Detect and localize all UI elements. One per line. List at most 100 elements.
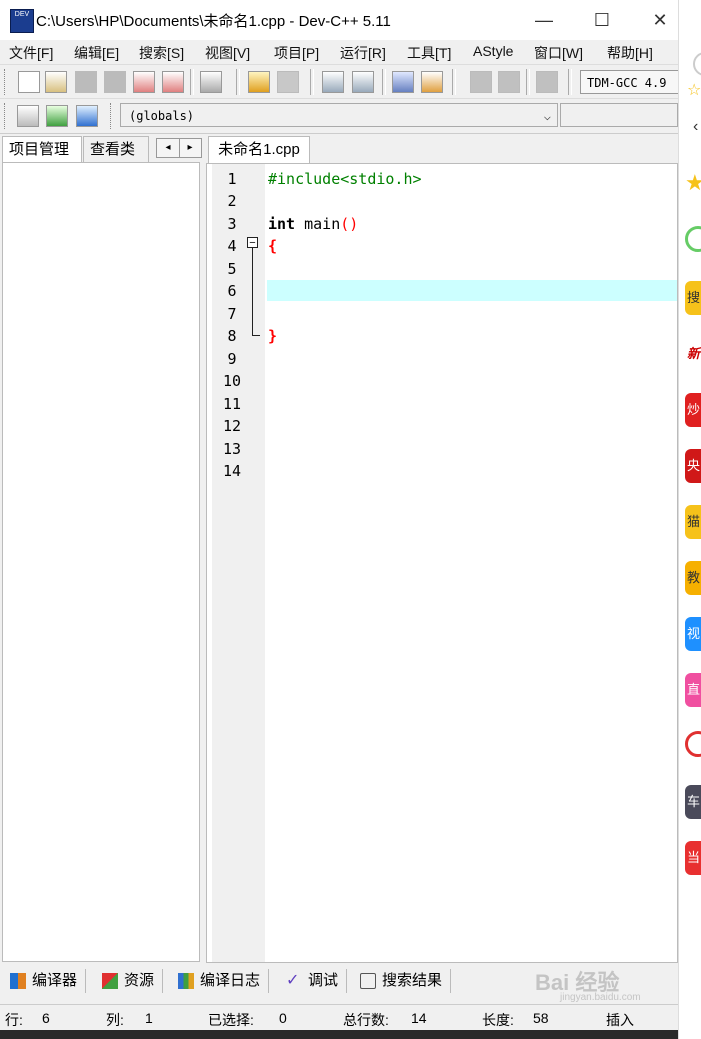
scope-select-value: (globals) [129, 109, 195, 123]
user-avatar-icon[interactable] [693, 52, 701, 76]
secondary-toolbar: (globals) ⌵ [0, 98, 678, 134]
sidebar-item-live[interactable]: 直 [685, 673, 701, 707]
sidebar-item-search[interactable]: 搜 [685, 281, 701, 315]
menu-tools[interactable]: 工具[T] [407, 43, 451, 63]
line-number: 1 [227, 170, 237, 188]
close-all-icon[interactable] [162, 71, 184, 93]
line-number: 12 [222, 417, 242, 435]
code-line-include: #include<stdio.h> [268, 170, 422, 188]
toolbar-separator [526, 69, 530, 95]
status-bar: 行: 6 列: 1 已选择: 0 总行数: 14 长度: 58 插入 [0, 1004, 678, 1031]
back-icon[interactable]: ‹ [693, 118, 698, 136]
sidebar-item-video[interactable]: 视 [685, 617, 701, 651]
find-icon[interactable] [322, 71, 344, 93]
menu-window[interactable]: 窗口[W] [534, 43, 583, 63]
print-icon[interactable] [200, 71, 222, 93]
bookmark-prev-icon[interactable] [470, 71, 492, 93]
refresh-icon[interactable] [685, 226, 701, 252]
favorite-star-icon[interactable]: ★ [685, 170, 701, 196]
tab-compile-log[interactable]: 编译日志 [172, 969, 270, 993]
menu-help[interactable]: 帮助[H] [607, 43, 653, 63]
check-icon: ✓ [286, 972, 300, 989]
scroll-right-icon[interactable]: ▸ [179, 139, 201, 157]
paren: () [340, 215, 359, 233]
star-icon[interactable]: ☆ [687, 80, 701, 100]
line-number: 9 [227, 350, 237, 368]
toggle-bookmark-icon[interactable] [536, 71, 558, 93]
project-options-icon[interactable] [76, 105, 98, 127]
status-length-label: 长度: [482, 1012, 514, 1028]
new-project-icon[interactable] [17, 105, 39, 127]
redo-icon[interactable] [277, 71, 299, 93]
title-bar: DEV C:\Users\HP\Documents\未命名1.cpp - Dev… [0, 0, 678, 40]
line-number: 6 [227, 282, 237, 300]
sidebar-item-shop[interactable]: 猫 [685, 505, 701, 539]
toolbar-separator [568, 69, 572, 95]
fold-collapse-icon[interactable]: − [247, 237, 258, 249]
tab-search-results[interactable]: 搜索结果 [354, 969, 452, 993]
sidebar-item-news[interactable]: 新 [685, 337, 701, 371]
status-insert-mode: 插入 [606, 1012, 634, 1028]
new-file-icon[interactable] [18, 71, 40, 93]
sidebar-item-dangdang[interactable]: 当 [685, 841, 701, 875]
fold-line [252, 248, 253, 335]
status-selected-label: 已选择: [208, 1012, 254, 1028]
function-select[interactable] [560, 103, 678, 127]
tab-class-browser[interactable]: 查看类 [83, 136, 149, 162]
compiler-select[interactable]: TDM-GCC 4.9 [580, 70, 680, 94]
toolbar-separator [310, 69, 314, 95]
menu-search[interactable]: 搜索[S] [139, 43, 184, 63]
sidebar-item-education[interactable]: 教 [685, 561, 701, 595]
replace-icon[interactable] [352, 71, 374, 93]
menu-edit[interactable]: 编辑[E] [74, 43, 119, 63]
menu-file[interactable]: 文件[F] [9, 43, 53, 63]
save-all-icon[interactable] [104, 71, 126, 93]
tab-compiler[interactable]: 编译器 [4, 969, 87, 993]
fold-end-marker [252, 335, 260, 336]
menu-view[interactable]: 视图[V] [205, 43, 250, 63]
maximize-button[interactable]: ☐ [582, 6, 622, 34]
editor-tab-file[interactable]: 未命名1.cpp [208, 136, 310, 164]
toolbar-separator [190, 69, 194, 95]
close-button[interactable]: ✕ [640, 6, 680, 34]
scroll-left-icon[interactable]: ◂ [157, 139, 180, 157]
minimize-button[interactable]: — [524, 6, 564, 34]
function-name: main [295, 215, 341, 233]
app-icon: DEV [10, 9, 34, 33]
line-number: 5 [227, 260, 237, 278]
unindent-icon[interactable] [421, 71, 443, 93]
sidebar-item-weibo-icon[interactable] [685, 731, 701, 757]
sidebar-item-cctv[interactable]: 央 [685, 449, 701, 483]
bookmark-next-icon[interactable] [498, 71, 520, 93]
tab-scroll-buttons: ◂ ▸ [156, 138, 202, 158]
chevron-down-icon: ⌵ [543, 109, 551, 123]
tab-debug[interactable]: ✓ 调试 [280, 969, 348, 993]
tab-label: 编译器 [32, 972, 78, 989]
status-lines-value: 14 [411, 1010, 427, 1026]
close-file-icon[interactable] [133, 71, 155, 93]
tab-label: 调试 [308, 972, 339, 989]
undo-icon[interactable] [248, 71, 270, 93]
tab-resources[interactable]: 资源 [96, 969, 164, 993]
menu-run[interactable]: 运行[R] [340, 43, 386, 63]
add-to-project-icon[interactable] [46, 105, 68, 127]
compiler-icon [10, 973, 26, 989]
save-icon[interactable] [75, 71, 97, 93]
sidebar-item-stocks[interactable]: 炒 [685, 393, 701, 427]
sidebar-item-car[interactable]: 车 [685, 785, 701, 819]
indent-icon[interactable] [392, 71, 414, 93]
resources-icon [102, 973, 118, 989]
line-number: 4 [227, 237, 237, 255]
status-row-label: 行: [5, 1012, 23, 1028]
menu-astyle[interactable]: AStyle [473, 43, 513, 59]
line-number: 11 [222, 395, 242, 413]
tab-project-manager[interactable]: 项目管理 [2, 136, 82, 162]
open-file-icon[interactable] [45, 71, 67, 93]
line-number: 2 [227, 192, 237, 210]
menu-project[interactable]: 项目[P] [274, 43, 319, 63]
left-panel-tabs: 项目管理 查看类 ◂ ▸ [0, 136, 204, 162]
code-editor[interactable]: 1 2 3 4 5 6 7 8 9 10 11 12 13 14 − #incl… [206, 163, 678, 963]
scope-select[interactable]: (globals) ⌵ [120, 103, 558, 127]
keyword-int: int [268, 215, 296, 233]
project-tree[interactable] [2, 162, 200, 962]
